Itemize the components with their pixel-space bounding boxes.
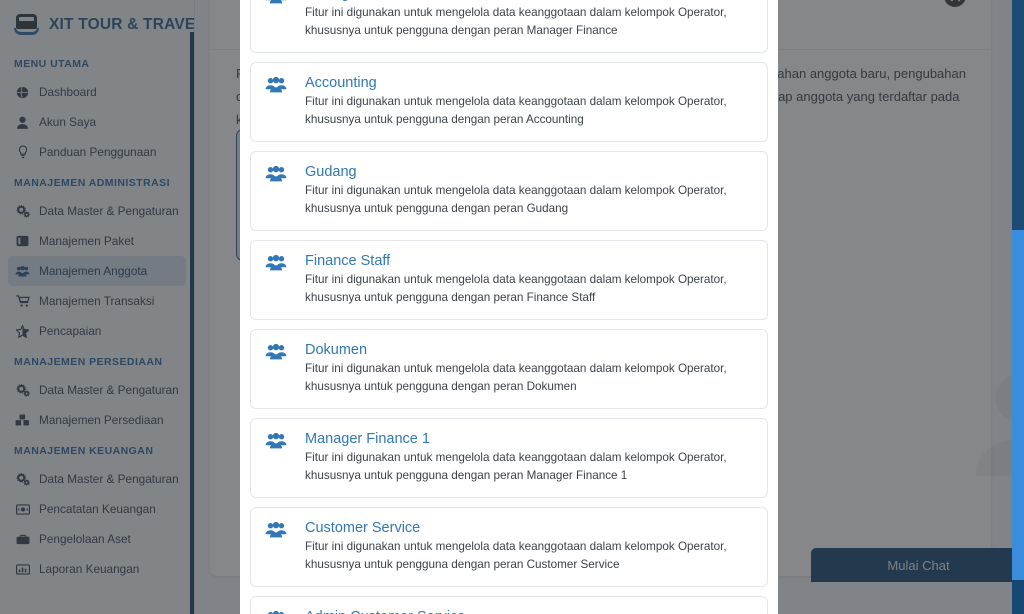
- role-list-item-description: Fitur ini digunakan untuk mengelola data…: [305, 362, 727, 393]
- users-icon: [265, 75, 293, 129]
- role-list-item[interactable]: Admin Customer ServiceFitur ini digunaka…: [250, 596, 768, 614]
- role-list-item-body: Dokumen Fitur ini digunakan untuk mengelo…: [305, 342, 753, 396]
- users-icon: [265, 609, 293, 614]
- role-list: Staff AdminFitur ini digunakan untuk men…: [250, 0, 768, 614]
- users-icon: [265, 431, 293, 485]
- role-list-item-body: Manager Finance Fitur ini digunakan untuk…: [305, 0, 753, 40]
- role-list-item[interactable]: Manager Finance 1 Fitur ini digunakan unt…: [250, 418, 768, 498]
- role-list-item-description: Fitur ini digunakan untuk mengelola data…: [305, 273, 727, 304]
- role-list-item-description: Fitur ini digunakan untuk mengelola data…: [305, 451, 727, 482]
- role-list-item-title: Dokumen: [305, 342, 368, 358]
- role-list-item-body: Admin Customer ServiceFitur ini digunaka…: [305, 609, 753, 614]
- role-list-item[interactable]: Finance Staff Fitur ini digunakan untuk m…: [250, 240, 768, 320]
- role-list-item-body: Finance Staff Fitur ini digunakan untuk m…: [305, 253, 753, 307]
- role-list-item-description: Fitur ini digunakan untuk mengelola data…: [305, 184, 727, 215]
- role-list-item[interactable]: Customer Service Fitur ini digunakan untu…: [250, 507, 768, 587]
- users-icon: [265, 164, 293, 218]
- role-list-item-body: Manager Finance 1 Fitur ini digunakan unt…: [305, 431, 753, 485]
- role-list-item-title: Accounting: [305, 75, 377, 91]
- role-list-item-body: Gudang Fitur ini digunakan untuk mengelol…: [305, 164, 753, 218]
- users-icon: [265, 342, 293, 396]
- role-list-item-body: Customer Service Fitur ini digunakan untu…: [305, 520, 753, 574]
- role-list-item[interactable]: Dokumen Fitur ini digunakan untuk mengelo…: [250, 329, 768, 409]
- role-list-item-description: Fitur ini digunakan untuk mengelola data…: [305, 95, 727, 126]
- role-list-item-description: Fitur ini digunakan untuk mengelola data…: [305, 6, 727, 37]
- role-selection-modal: Staff AdminFitur ini digunakan untuk men…: [240, 0, 778, 614]
- role-list-item-title: Finance Staff: [305, 253, 391, 269]
- role-list-item-title: Admin Customer Service: [305, 609, 753, 614]
- role-list-item[interactable]: Accounting Fitur ini digunakan untuk meng…: [250, 62, 768, 142]
- app-root: Fitur ini digunakan untuk mengelola data…: [0, 0, 1024, 614]
- page-scrollbar-thumb[interactable]: [1012, 0, 1024, 230]
- role-list-item-title: Manager Finance 1: [305, 431, 430, 447]
- role-list-item-body: Accounting Fitur ini digunakan untuk meng…: [305, 75, 753, 129]
- role-list-item-title: Customer Service: [305, 520, 421, 536]
- users-icon: [265, 520, 293, 574]
- page-scrollbar-bottom: [1012, 580, 1024, 614]
- role-list-item-title: Manager Finance: [305, 0, 753, 2]
- users-icon: [265, 253, 293, 307]
- users-icon: [265, 0, 293, 40]
- role-list-item[interactable]: Gudang Fitur ini digunakan untuk mengelol…: [250, 151, 768, 231]
- role-list-item-title: Gudang: [305, 164, 357, 180]
- role-list-item[interactable]: Manager Finance Fitur ini digunakan untuk…: [250, 0, 768, 53]
- role-list-item-description: Fitur ini digunakan untuk mengelola data…: [305, 540, 727, 571]
